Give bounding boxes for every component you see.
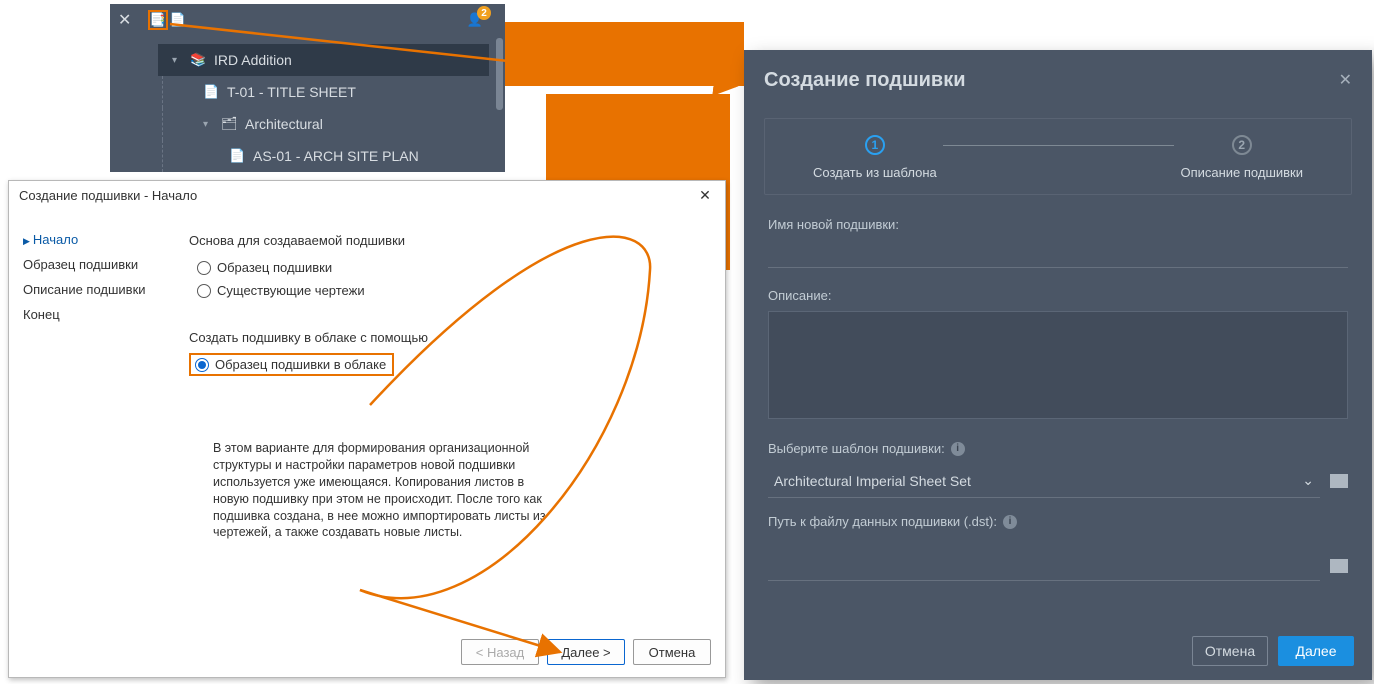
description-textarea[interactable] <box>768 311 1348 419</box>
sheet-icon: 📄 <box>229 148 245 164</box>
tree-group-label: Architectural <box>245 116 323 132</box>
nav-start[interactable]: Начало <box>23 227 159 252</box>
stepper-container: 1 Создать из шаблона 2 Описание подшивки <box>764 118 1352 195</box>
description-field-label: Описание: <box>768 288 1348 303</box>
radio-icon <box>197 261 211 275</box>
sheet-tree: ▾ 📚 IRD Addition 📄 T-01 - TITLE SHEET ▾ … <box>148 36 493 172</box>
sheetset-icon: 📚 <box>190 52 206 68</box>
folder-icon[interactable] <box>1330 474 1348 488</box>
tree-group[interactable]: ▾ 🗂 Architectural <box>162 108 489 140</box>
modal-body: Имя новой подшивки: Описание: Выберите ш… <box>744 213 1372 585</box>
info-icon[interactable]: i <box>951 442 965 456</box>
wizard-buttons: < Назад Далее > Отмена <box>461 639 711 665</box>
ssm-toolbar: 📑 📄 👤 2 <box>148 9 485 31</box>
tree-root-label: IRD Addition <box>214 52 292 68</box>
nav-description[interactable]: Описание подшивки <box>23 277 159 302</box>
step-label: Создать из шаблона <box>813 165 937 180</box>
group1-label: Основа для создаваемой подшивки <box>189 233 705 248</box>
radio-label: Образец подшивки <box>217 260 332 275</box>
name-input[interactable] <box>768 240 1348 268</box>
option-description: В этом варианте для формирования организ… <box>189 440 549 541</box>
chevron-down-icon: ⌄ <box>1302 472 1314 489</box>
radio-sample-sheetset[interactable]: Образец подшивки <box>189 256 705 279</box>
tree-item[interactable]: 📄 AS-01 - ARCH SITE PLAN <box>162 140 489 172</box>
create-sheetset-modal: Создание подшивки ✕ 1 Создать из шаблона… <box>744 50 1372 680</box>
modal-footer: Отмена Далее <box>1192 636 1354 666</box>
nav-sample[interactable]: Образец подшивки <box>23 252 159 277</box>
step-circle-icon: 1 <box>865 135 885 155</box>
new-sheet-set-icon[interactable]: 📑 <box>148 10 168 30</box>
info-icon[interactable]: i <box>1003 515 1017 529</box>
radio-label: Существующие чертежи <box>217 283 365 298</box>
step-1[interactable]: 1 Создать из шаблона <box>807 135 943 180</box>
step-label: Описание подшивки <box>1180 165 1303 180</box>
path-field-label: Путь к файлу данных подшивки (.dst): i <box>768 514 1348 529</box>
wizard-title-text: Создание подшивки - Начало <box>19 188 197 203</box>
tree-item-label: AS-01 - ARCH SITE PLAN <box>253 148 419 164</box>
nav-finish[interactable]: Конец <box>23 302 159 327</box>
radio-label: Образец подшивки в облаке <box>215 357 386 372</box>
close-icon[interactable]: ✕ <box>1339 70 1352 90</box>
radio-icon <box>195 358 209 372</box>
radio-existing-drawings[interactable]: Существующие чертежи <box>189 279 705 302</box>
tree-root[interactable]: ▾ 📚 IRD Addition <box>158 44 489 76</box>
scrollbar-thumb[interactable] <box>496 38 503 110</box>
notification-badge: 2 <box>477 6 491 20</box>
sheets-icon[interactable]: 📄 <box>168 10 188 30</box>
wizard-content: Основа для создаваемой подшивки Образец … <box>169 209 725 641</box>
wizard-nav: Начало Образец подшивки Описание подшивк… <box>9 209 169 641</box>
chevron-down-icon: ▾ <box>203 119 213 130</box>
sheet-icon: 📄 <box>203 84 219 100</box>
sheet-set-manager-panel: ✕ 📑 📄 👤 2 ▾ 📚 IRD Addition 📄 T-01 - TITL… <box>110 4 505 172</box>
step-2[interactable]: 2 Описание подшивки <box>1174 135 1309 180</box>
tree-item[interactable]: 📄 T-01 - TITLE SHEET <box>162 76 489 108</box>
modal-header: Создание подшивки ✕ <box>744 50 1372 110</box>
panel-close-icon[interactable]: ✕ <box>118 10 131 30</box>
account-icon[interactable]: 👤 2 <box>465 10 485 30</box>
path-input[interactable] <box>768 551 1320 581</box>
subset-icon: 🗂 <box>221 116 237 132</box>
next-button[interactable]: Далее <box>1278 636 1354 666</box>
next-button[interactable]: Далее > <box>547 639 625 665</box>
template-field-label: Выберите шаблон подшивки: i <box>768 441 1348 456</box>
create-sheetset-wizard: Создание подшивки - Начало ✕ Начало Обра… <box>8 180 726 678</box>
cancel-button[interactable]: Отмена <box>633 639 711 665</box>
folder-icon[interactable] <box>1330 559 1348 573</box>
back-button[interactable]: < Назад <box>461 639 539 665</box>
radio-cloud-sample[interactable]: Образец подшивки в облаке <box>195 357 386 372</box>
radio-icon <box>197 284 211 298</box>
orange-decoration-1 <box>504 22 744 86</box>
close-icon[interactable]: ✕ <box>695 187 715 204</box>
cancel-button[interactable]: Отмена <box>1192 636 1268 666</box>
tree-item-label: T-01 - TITLE SHEET <box>227 84 356 100</box>
group2-label: Создать подшивку в облаке с помощью <box>189 330 705 345</box>
modal-title: Создание подшивки <box>764 69 966 92</box>
template-value: Architectural Imperial Sheet Set <box>774 473 971 489</box>
step-circle-icon: 2 <box>1232 135 1252 155</box>
template-select[interactable]: Architectural Imperial Sheet Set ⌄ <box>768 464 1320 498</box>
chevron-down-icon: ▾ <box>172 55 182 66</box>
wizard-titlebar: Создание подшивки - Начало ✕ <box>9 181 725 209</box>
name-field-label: Имя новой подшивки: <box>768 217 1348 232</box>
